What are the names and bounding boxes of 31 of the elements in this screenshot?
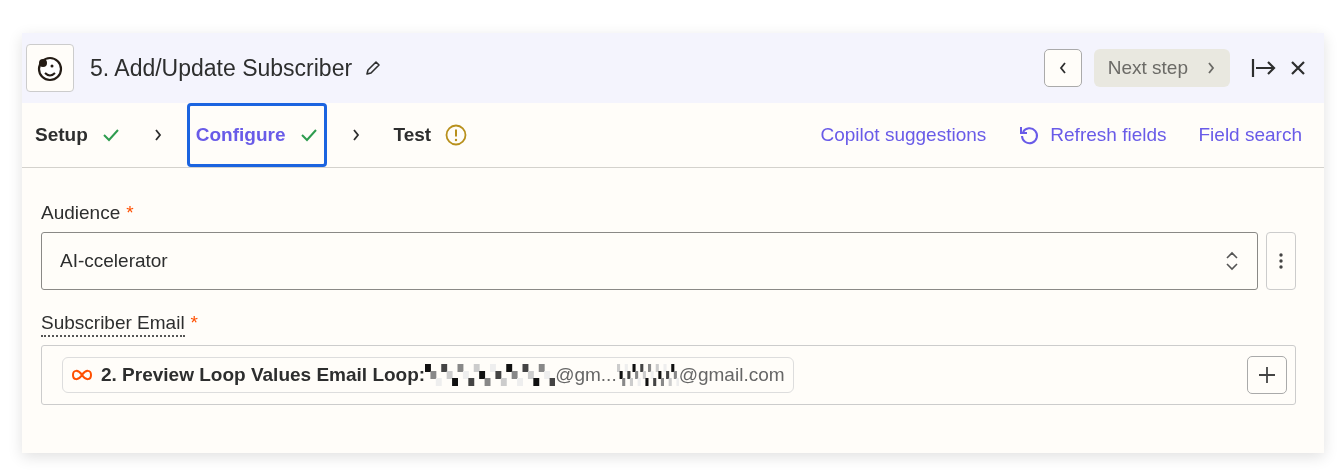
- action-link[interactable]: Copilot suggestions: [820, 124, 987, 146]
- required-mark: *: [190, 312, 198, 334]
- chevron-right-icon: [1206, 60, 1216, 76]
- step-tab[interactable]: Configure: [186, 103, 327, 167]
- action-link[interactable]: Refresh fields: [1018, 124, 1167, 146]
- more-button[interactable]: [1266, 232, 1296, 290]
- pencil-icon[interactable]: [364, 59, 383, 77]
- step-title: 5. Add/Update Subscriber: [90, 54, 353, 82]
- email-field[interactable]: 2. Preview Loop Values Email Loop: @gm... @gmail.com: [41, 345, 1296, 405]
- loop-icon: [71, 368, 93, 382]
- mapped-value-pill[interactable]: 2. Preview Loop Values Email Loop: @gm... @gmail.com: [62, 357, 794, 393]
- chevron-icon: [350, 127, 361, 143]
- expand-icon[interactable]: [1250, 57, 1278, 79]
- required-mark: *: [126, 202, 134, 224]
- close-icon[interactable]: [1290, 60, 1306, 76]
- redaction-mark: [616, 364, 679, 386]
- action-link[interactable]: Field search: [1198, 124, 1302, 146]
- app-logo-icon: [26, 44, 74, 92]
- sort-icon: [1225, 250, 1239, 272]
- add-button[interactable]: [1247, 356, 1287, 394]
- plus-icon: [1258, 366, 1276, 384]
- chevron-left-icon: [1057, 60, 1068, 76]
- field-label: Subscriber Email: [41, 312, 185, 337]
- refresh-icon: [1018, 124, 1041, 146]
- chevron-icon: [152, 127, 163, 143]
- field-label: Audience: [41, 202, 121, 224]
- step-tab[interactable]: Test: [384, 103, 477, 167]
- more-icon: [1279, 253, 1283, 269]
- step-tab[interactable]: Setup: [26, 103, 129, 167]
- next-step-button[interactable]: Next step: [1093, 49, 1230, 87]
- audience-select[interactable]: AI-ccelerator: [41, 232, 1258, 290]
